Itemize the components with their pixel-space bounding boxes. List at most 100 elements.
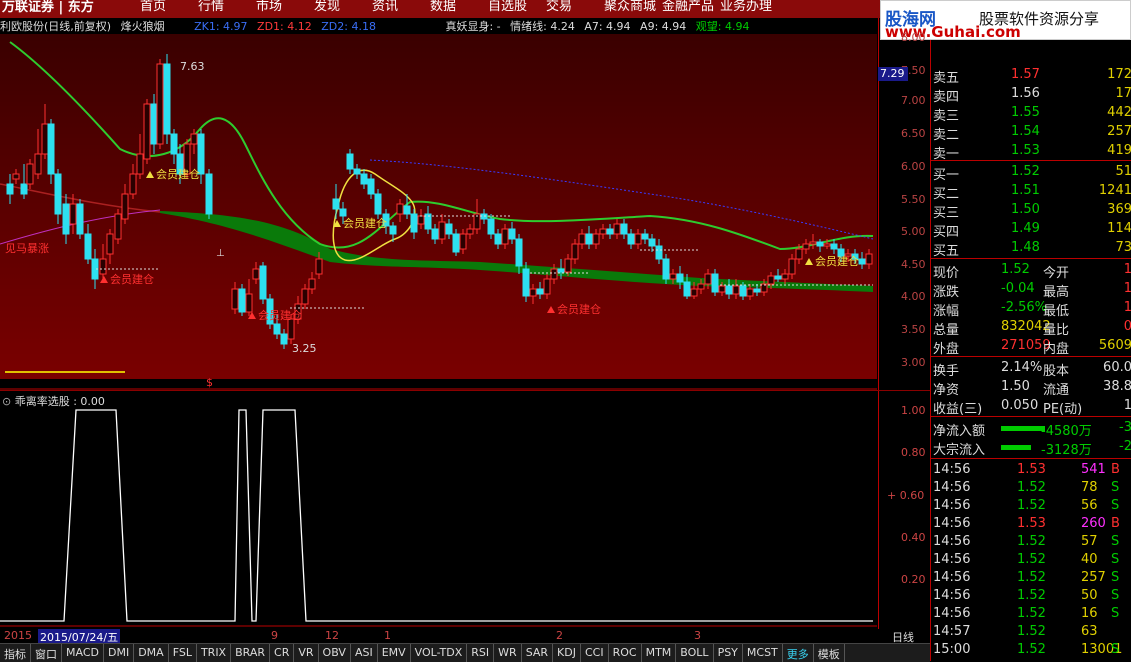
- candle-body: [774, 275, 782, 280]
- a7-value: A7: 4.94: [584, 20, 631, 33]
- candle-body: [606, 228, 614, 235]
- divider: [931, 458, 1131, 459]
- quote-cell: 最高: [1043, 285, 1070, 300]
- indicator-tab[interactable]: EMV: [378, 644, 411, 662]
- menu-data[interactable]: 数据: [430, 0, 488, 14]
- candle-body: [438, 221, 446, 240]
- quote-cell: 涨幅: [933, 304, 960, 319]
- indicator-tab[interactable]: 指标: [0, 644, 31, 662]
- candle-body: [459, 233, 467, 250]
- menu-mall[interactable]: 聚众商城: [604, 0, 662, 14]
- indicator-tab[interactable]: RSI: [467, 644, 495, 662]
- menu-trade[interactable]: 交易: [546, 0, 604, 14]
- indicator-tab[interactable]: TRIX: [197, 644, 232, 662]
- indicator-tab[interactable]: MTM: [642, 644, 677, 662]
- indicator-tab[interactable]: DMI: [104, 644, 135, 662]
- indicator-tab[interactable]: MACD: [62, 644, 104, 662]
- indicator-tab[interactable]: ASI: [351, 644, 378, 662]
- candle-body: [170, 133, 178, 155]
- candle-body: [746, 288, 754, 297]
- indicator-tab[interactable]: SAR: [522, 644, 554, 662]
- menu-exchange[interactable]: 市场: [256, 0, 314, 14]
- price-axis: 8.00 7.50 7.00 6.50 6.00 5.50 5.00 4.50 …: [878, 18, 931, 629]
- quote-row: 卖一 1.53 419: [931, 142, 1131, 162]
- quote-cell: S: [1111, 498, 1120, 513]
- main-menu: 首页 行情 市场 发现 资讯 数据 自选股 交易 聚众商城 金融产品 业务办理: [140, 0, 778, 14]
- quote-cell: S: [1111, 570, 1120, 585]
- candle-body: [823, 243, 831, 247]
- quote-row: 14:57 1.52 63: [931, 623, 1131, 642]
- indicator-tab[interactable]: WR: [494, 644, 522, 662]
- svg-text:会员建仓: 会员建仓: [258, 308, 302, 322]
- candle-body: [858, 258, 866, 265]
- menu-discover[interactable]: 发现: [314, 0, 372, 14]
- order-price: 1.55: [1011, 105, 1040, 120]
- quote-cell: -4580万: [1041, 424, 1092, 439]
- quote-cell: 1: [1123, 281, 1131, 296]
- time-tick: 3: [694, 629, 701, 642]
- quote-cell: 40: [1081, 552, 1098, 567]
- candle-body: [788, 258, 796, 275]
- indicator-tab[interactable]: 更多: [783, 644, 814, 662]
- menu-news[interactable]: 资讯: [372, 0, 430, 14]
- indicator-tab[interactable]: 模板: [814, 644, 845, 662]
- indicator-tab[interactable]: KDJ: [553, 644, 581, 662]
- indicator-tab[interactable]: ROC: [609, 644, 642, 662]
- indicator-tab[interactable]: 窗口: [31, 644, 62, 662]
- menu-home[interactable]: 首页: [140, 0, 198, 14]
- menu-business[interactable]: 业务办理: [720, 0, 778, 14]
- indicator-tab[interactable]: BOLL: [676, 644, 714, 662]
- quote-cell: 1.50: [1001, 379, 1030, 394]
- candle-body: [592, 233, 600, 245]
- quote-cell: -2.56%: [1001, 300, 1047, 315]
- candle-body: [150, 103, 158, 145]
- quote-cell: 1.52: [1001, 262, 1030, 277]
- quote-cell: 最低: [1043, 304, 1070, 319]
- lower-axis-tick: 0.80: [901, 446, 926, 459]
- menu-watchlist[interactable]: 自选股: [488, 0, 546, 14]
- quote-cell: 14:56: [933, 570, 971, 585]
- candle-body: [346, 153, 354, 170]
- quote-cell: 0.050: [1001, 398, 1039, 413]
- candle-body: [725, 285, 733, 295]
- zk1-value: ZK1: 4.97: [194, 20, 248, 33]
- indicator-tab[interactable]: VOL-TDX: [411, 644, 468, 662]
- indicator-tab[interactable]: DMA: [134, 644, 169, 662]
- candle-body: [529, 288, 537, 297]
- candle-body: [287, 318, 295, 340]
- candle-body: [487, 218, 495, 235]
- indicator-name[interactable]: 烽火狼烟: [121, 20, 165, 33]
- quote-cell: PE(动): [1043, 402, 1083, 417]
- candle-body: [536, 288, 544, 295]
- candlestick-chart[interactable]: 7.63 3.25 见马暴涨 会员建仓 会员建仓 会员建仓 会员建仓 会员建仓 …: [0, 34, 877, 390]
- candle-body: [374, 193, 382, 215]
- candle-body: [259, 265, 267, 300]
- candle-body: [501, 228, 509, 245]
- indicator-tab[interactable]: VR: [294, 644, 319, 662]
- indicator-tab[interactable]: BRAR: [231, 644, 271, 662]
- quote-cell: B: [1111, 516, 1120, 531]
- order-price: 1.48: [1011, 240, 1040, 255]
- candle-body: [711, 273, 719, 293]
- indicator-tab[interactable]: CR: [270, 644, 295, 662]
- menu-products[interactable]: 金融产品: [662, 0, 720, 14]
- bias-signal-chart[interactable]: [0, 405, 877, 627]
- candle-body: [830, 243, 838, 250]
- menu-market[interactable]: 行情: [198, 0, 256, 14]
- divider: [931, 416, 1131, 417]
- stock-title[interactable]: 利欧股份(日线,前复权): [0, 20, 111, 33]
- signal-dragon: 见马暴涨: [5, 242, 49, 255]
- quote-row: 买三 1.50 369: [931, 201, 1131, 221]
- indicator-tab[interactable]: MCST: [743, 644, 783, 662]
- candle-body: [136, 153, 144, 175]
- indicator-tab[interactable]: PSY: [714, 644, 743, 662]
- lower-axis-tick: + 0.60: [887, 489, 925, 502]
- indicator-tab[interactable]: CCI: [581, 644, 609, 662]
- candle-body: [648, 238, 656, 247]
- indicator-tab[interactable]: OBV: [319, 644, 351, 662]
- quote-cell: 260: [1081, 516, 1106, 531]
- indicator-tab[interactable]: FSL: [169, 644, 197, 662]
- order-volume: 17: [1115, 86, 1131, 101]
- candle-body: [739, 285, 747, 297]
- divider: [931, 356, 1131, 357]
